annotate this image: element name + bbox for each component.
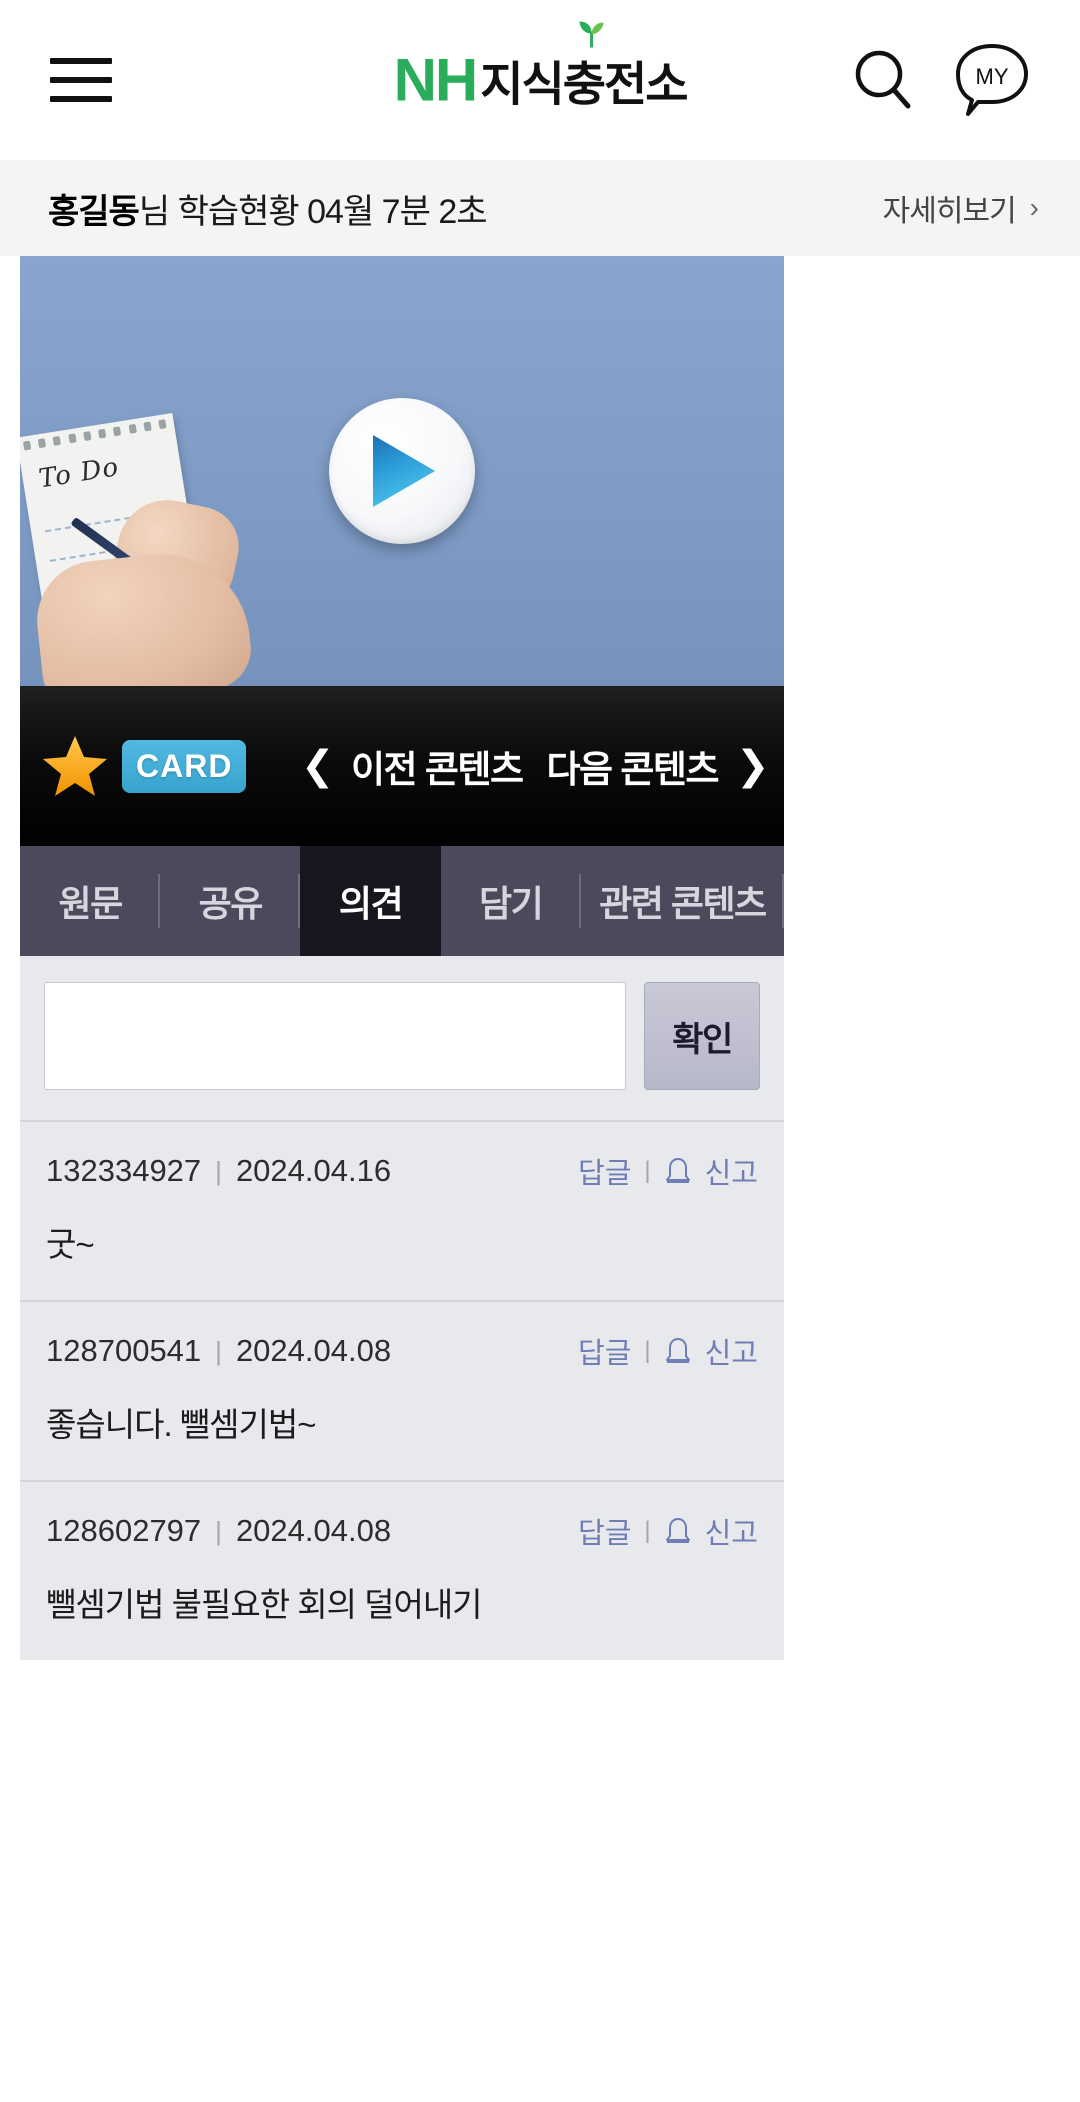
next-content-label: 다음 콘텐츠 [546, 749, 720, 790]
user-name: 홍길동 [48, 192, 140, 231]
comment-date: 2024.04.08 [235, 1513, 392, 1548]
next-content-button[interactable]: 다음 콘텐츠 ❯ [546, 739, 770, 793]
my-label: MY [976, 64, 1009, 89]
reply-button[interactable]: 답글 [578, 1330, 631, 1372]
comment-input[interactable] [44, 982, 626, 1090]
chevron-left-icon: ❮ [301, 744, 335, 788]
tab-wonmun[interactable]: 원문 [20, 846, 161, 956]
tab-uigyeon[interactable]: 의견 [300, 846, 441, 956]
chevron-right-icon: › [1029, 192, 1039, 223]
learning-status-suffix: 님 학습현황 04월 7분 2초 [138, 192, 488, 231]
bell-icon[interactable] [664, 1156, 692, 1186]
comment-user-id: 128602797 [46, 1513, 202, 1548]
video-player: To Do CARD ❮ 이전 콘텐츠 다음 콘텐츠 ❯ 원문 공유 의견 담기… [20, 256, 784, 956]
tab-label: 공유 [198, 883, 264, 924]
report-button[interactable]: 신고 [705, 1510, 758, 1552]
comment-date: 2024.04.16 [235, 1153, 392, 1188]
logo-wordmark-text: 지식충전소 [480, 57, 688, 110]
notepad-todo-text: To Do [36, 452, 122, 495]
search-icon[interactable] [848, 44, 920, 116]
comment-list: 132334927 | 2024.04.16 답글 | 신고 굿~ 128700… [20, 1120, 784, 1660]
comment-actions: 답글 | 신고 [578, 1150, 758, 1192]
comment-meta: 128602797 | 2024.04.08 답글 | 신고 [46, 1510, 758, 1552]
reply-button[interactable]: 답글 [578, 1510, 631, 1552]
hamburger-bar [50, 57, 112, 64]
meta-separator: | [215, 1155, 222, 1186]
comment-author-info: 128700541 | 2024.04.08 [46, 1333, 391, 1369]
comment-text: 뺄셈기법 불필요한 회의 덜어내기 [46, 1586, 483, 1623]
comment-submit-button[interactable]: 확인 [644, 982, 760, 1090]
my-icon[interactable]: MY [952, 40, 1032, 120]
bell-icon[interactable] [664, 1336, 692, 1366]
play-icon [373, 435, 435, 507]
meta-separator: | [215, 1335, 222, 1366]
bell-icon[interactable] [664, 1516, 692, 1546]
comment-author-info: 132334927 | 2024.04.16 [46, 1153, 391, 1189]
comment-author-info: 128602797 | 2024.04.08 [46, 1513, 391, 1549]
hamburger-menu-icon[interactable] [50, 57, 112, 102]
video-thumbnail[interactable]: To Do [20, 256, 784, 686]
comment-date: 2024.04.08 [235, 1333, 392, 1368]
tab-gongyu[interactable]: 공유 [160, 846, 301, 956]
learning-status-text: 홍길동님 학습현황 04월 7분 2초 [48, 184, 488, 233]
comment-item: 128602797 | 2024.04.08 답글 | 신고 뺄셈기법 불필요한… [20, 1480, 784, 1660]
comment-item: 132334927 | 2024.04.16 답글 | 신고 굿~ [20, 1120, 784, 1300]
site-logo[interactable]: NH 지식충전소 [393, 21, 688, 114]
prev-content-button[interactable]: ❮ 이전 콘텐츠 [301, 739, 524, 793]
logo-wordmark: 지식충전소 [480, 21, 688, 114]
logo-nh-mark: NH [393, 46, 479, 113]
view-details-label: 자세히보기 [882, 195, 1017, 228]
content-navigation: ❮ 이전 콘텐츠 다음 콘텐츠 ❯ [301, 739, 770, 793]
comment-text: 좋습니다. 뺄셈기법~ [46, 1406, 317, 1443]
tab-label: 담기 [479, 883, 544, 924]
report-button[interactable]: 신고 [705, 1150, 758, 1192]
comment-text: 굿~ [46, 1226, 95, 1263]
tab-related-content[interactable]: 관련 콘텐츠 [581, 846, 784, 956]
learning-status-bar: 홍길동님 학습현황 04월 7분 2초 자세히보기 › [0, 160, 1080, 256]
comment-meta: 128700541 | 2024.04.08 답글 | 신고 [46, 1330, 758, 1372]
comment-user-id: 128700541 [46, 1333, 202, 1368]
tab-divider [782, 874, 784, 928]
comment-meta: 132334927 | 2024.04.16 답글 | 신고 [46, 1150, 758, 1192]
hamburger-bar [50, 76, 112, 83]
sprout-icon [579, 21, 604, 47]
reply-button[interactable]: 답글 [578, 1150, 631, 1192]
chevron-right-icon: ❯ [735, 744, 770, 788]
comment-actions: 답글 | 신고 [578, 1330, 758, 1372]
comment-form: 확인 [20, 956, 784, 1120]
report-button[interactable]: 신고 [705, 1330, 758, 1372]
comment-item: 128700541 | 2024.04.08 답글 | 신고 좋습니다. 뺄셈기… [20, 1300, 784, 1480]
prev-content-label: 이전 콘텐츠 [351, 749, 524, 790]
action-separator: | [644, 1337, 651, 1364]
hamburger-bar [50, 95, 112, 102]
action-separator: | [644, 1517, 651, 1544]
action-separator: | [644, 1157, 651, 1184]
tab-label: 의견 [338, 883, 404, 924]
app-header: NH 지식충전소 MY [0, 0, 1080, 160]
tab-label: 원문 [58, 883, 123, 924]
content-tab-bar: 원문 공유 의견 담기 관련 콘텐츠 [20, 846, 784, 956]
tab-label: 관련 콘텐츠 [599, 883, 767, 924]
tab-damgi[interactable]: 담기 [441, 846, 581, 956]
star-icon[interactable] [42, 734, 108, 798]
comment-user-id: 132334927 [46, 1153, 202, 1188]
play-button[interactable] [329, 398, 475, 544]
meta-separator: | [215, 1515, 222, 1546]
player-control-bar: CARD ❮ 이전 콘텐츠 다음 콘텐츠 ❯ [20, 686, 784, 846]
view-details-link[interactable]: 자세히보기 › [882, 186, 1039, 230]
comment-actions: 답글 | 신고 [578, 1510, 758, 1552]
card-badge[interactable]: CARD [122, 739, 247, 793]
